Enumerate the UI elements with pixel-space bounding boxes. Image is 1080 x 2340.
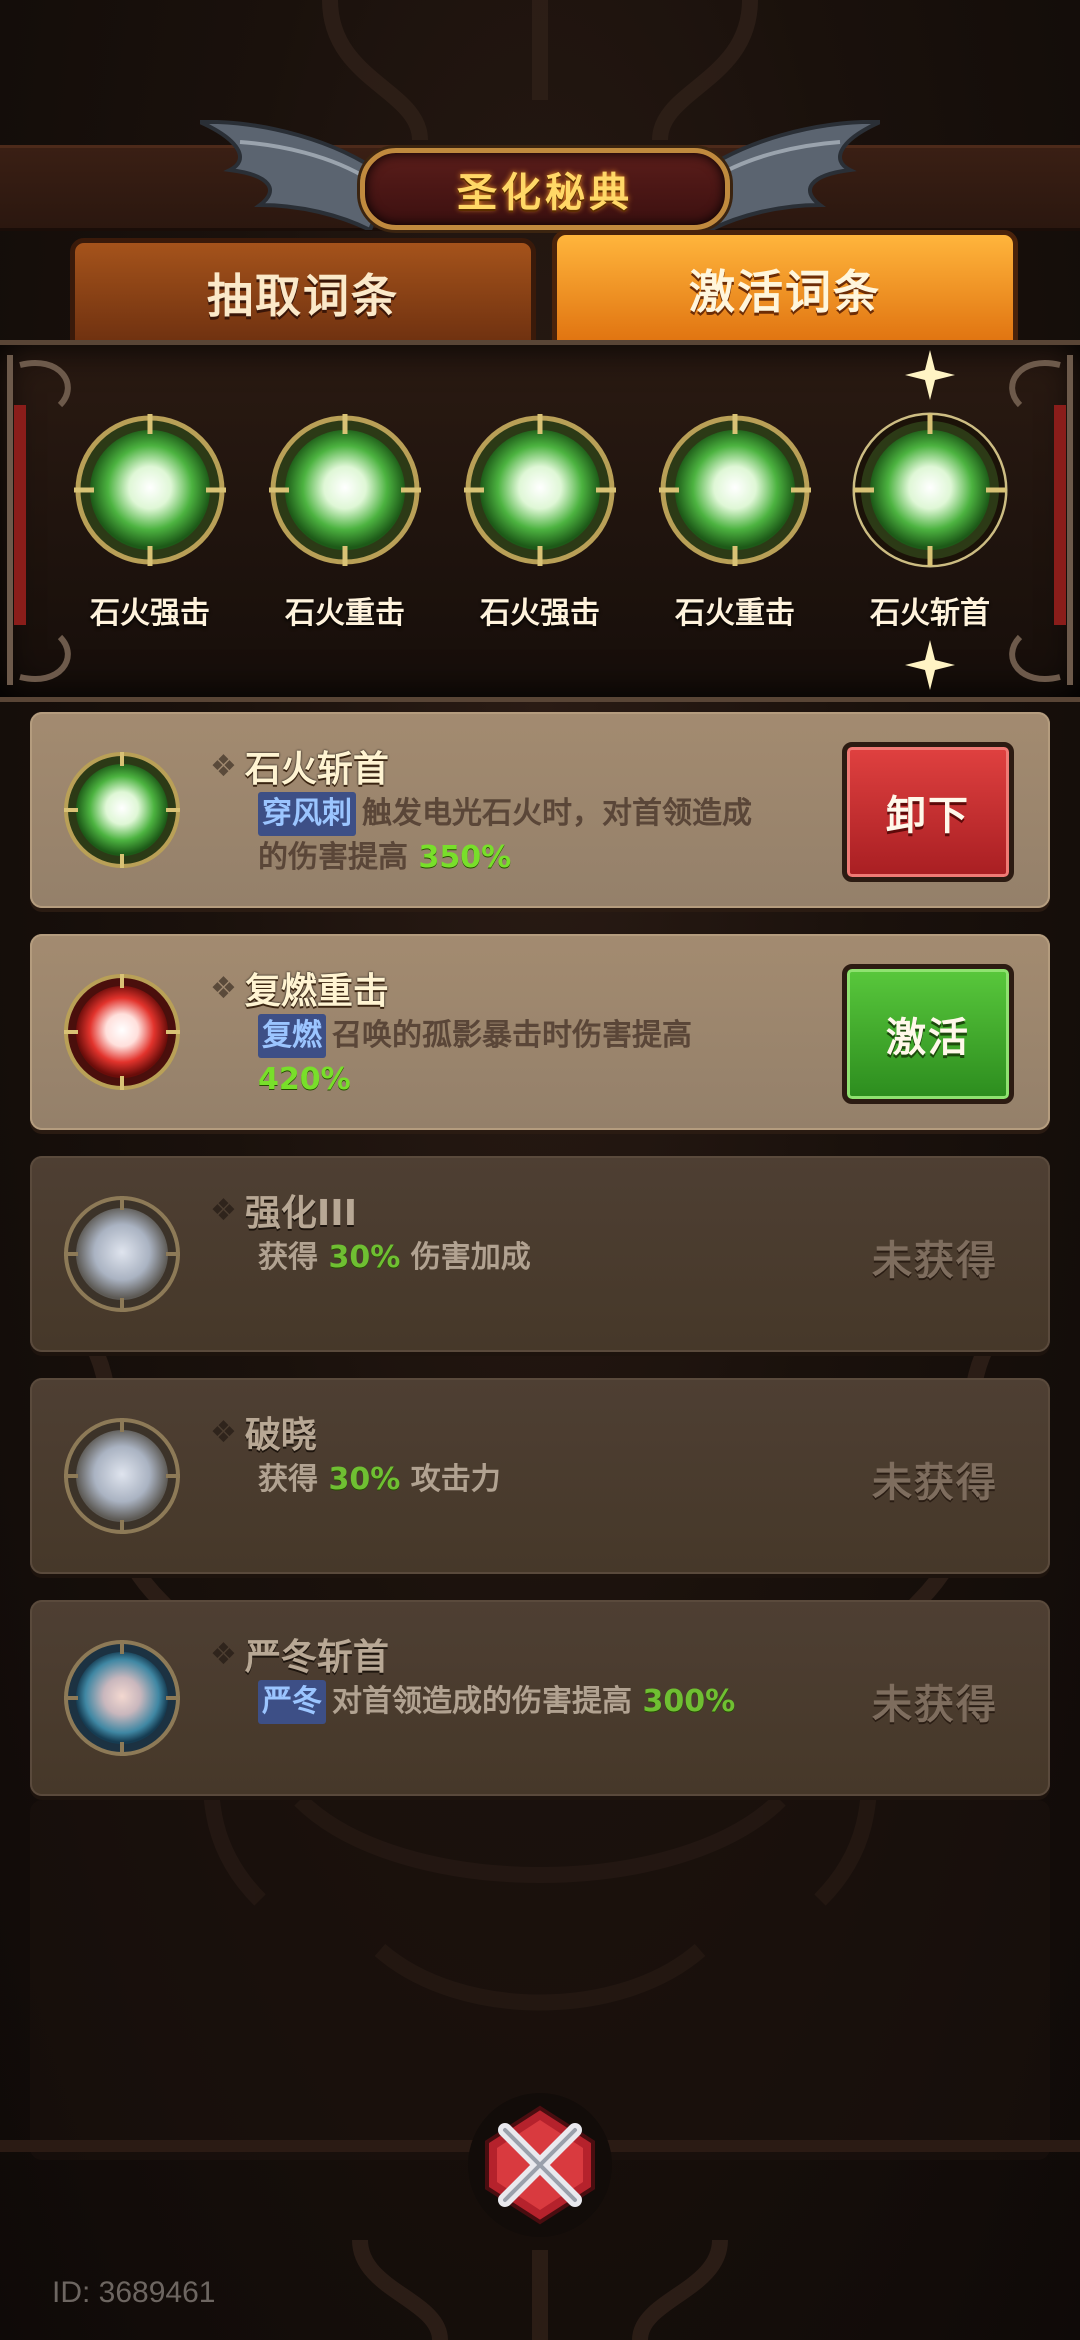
equipped-label-2: 石火重击	[285, 596, 405, 631]
equipped-slot-1[interactable]	[70, 410, 230, 570]
entry-desc-prefix: 获得	[258, 1462, 318, 1497]
tab-draw-label: 抽取词条	[207, 269, 399, 323]
diamond-bullet-icon: ❖	[210, 1414, 237, 1450]
entry-card: ❖ 复燃重击 复燃 召唤的孤影暴击时伤害提高 420% 激活	[30, 934, 1050, 1130]
entry-percent: 30%	[328, 1462, 401, 1497]
player-id: ID: 3689461	[52, 2276, 216, 2309]
entry-description: 穿风刺 触发电光石火时，对首领造成 的伤害提高 350%	[258, 792, 858, 880]
entry-name: 严冬斩首	[244, 1637, 389, 1678]
equipped-label-4: 石火重击	[675, 596, 795, 631]
green-orb-icon	[64, 752, 180, 868]
red-orb-icon	[64, 974, 180, 1090]
diamond-bullet-icon: ❖	[210, 748, 237, 784]
tab-draw[interactable]: 抽取词条	[70, 238, 536, 348]
entry-percent: 30%	[328, 1240, 401, 1275]
entry-name: 破晓	[244, 1415, 317, 1456]
entry-desc-suffix: 攻击力	[410, 1462, 501, 1497]
not-obtained-label: 未获得	[872, 1682, 998, 1728]
entry-percent: 300%	[642, 1684, 736, 1719]
entry-description: 获得 30% 伤害加成	[258, 1236, 858, 1280]
gray-orb-icon	[64, 1418, 180, 1534]
diamond-bullet-icon: ❖	[210, 1636, 237, 1672]
entry-desc-text: 召唤的孤影暴击时伤害提高	[332, 1018, 692, 1053]
close-button[interactable]	[460, 2090, 620, 2240]
entry-card-locked: ❖ 强化III 获得 30% 伤害加成 未获得	[30, 1156, 1050, 1352]
equipped-label-3: 石火强击	[480, 596, 600, 631]
entry-name-row: ❖ 破晓	[210, 1406, 317, 1458]
entry-name: 石火斩首	[244, 749, 389, 790]
entry-desc-suffix: 伤害加成	[410, 1240, 531, 1275]
entry-tag: 穿风刺	[258, 792, 356, 836]
equipped-slot-5-selected[interactable]	[850, 410, 1010, 570]
entry-name: 复燃重击	[244, 971, 389, 1012]
tab-activate[interactable]: 激活词条	[552, 230, 1018, 348]
equipped-label-1: 石火强击	[90, 596, 210, 631]
green-orb-icon	[659, 414, 811, 566]
tab-activate-label: 激活词条	[689, 265, 881, 319]
entry-description: 严冬 对首领造成的伤害提高 300%	[258, 1680, 858, 1724]
diamond-bullet-icon: ❖	[210, 970, 237, 1006]
activate-button[interactable]: 激活	[842, 964, 1014, 1104]
diamond-bullet-icon: ❖	[210, 1192, 237, 1228]
entry-name-row: ❖ 石火斩首	[210, 740, 389, 792]
green-orb-icon	[74, 414, 226, 566]
title-plate: 圣化秘典	[360, 148, 730, 230]
equipped-slot-4[interactable]	[655, 410, 815, 570]
entry-desc-text: 对首领造成的伤害提高	[332, 1684, 632, 1719]
close-icon	[468, 2093, 612, 2237]
selection-sparkle-icon	[905, 350, 955, 400]
green-orb-icon	[464, 414, 616, 566]
entry-name-row: ❖ 复燃重击	[210, 962, 389, 1014]
equipped-slot-3[interactable]	[460, 410, 620, 570]
entry-description: 复燃 召唤的孤影暴击时伤害提高 420%	[258, 1014, 858, 1102]
blue-orb-icon	[64, 1640, 180, 1756]
not-obtained-label: 未获得	[872, 1460, 998, 1506]
entry-tag: 严冬	[258, 1680, 326, 1724]
entry-desc-text: 触发电光石火时，对首领造成	[362, 796, 752, 831]
page-title: 圣化秘典	[457, 170, 633, 216]
not-obtained-label: 未获得	[872, 1238, 998, 1284]
gray-orb-icon	[64, 1196, 180, 1312]
entry-card: ❖ 石火斩首 穿风刺 触发电光石火时，对首领造成 的伤害提高 350% 卸下	[30, 712, 1050, 908]
green-orb-icon	[269, 414, 421, 566]
entry-name-row: ❖ 强化III	[210, 1184, 357, 1236]
entry-description: 获得 30% 攻击力	[258, 1458, 858, 1502]
game-screen: 圣化秘典 抽取词条 激活词条 石火强击 石火重击 石火强击 石火重击 石火斩首 …	[0, 0, 1080, 2340]
entry-name: 强化III	[244, 1193, 358, 1234]
selection-sparkle-icon	[905, 640, 955, 690]
entry-desc-prefix: 获得	[258, 1240, 318, 1275]
equipped-slot-2[interactable]	[265, 410, 425, 570]
entry-desc-text-2: 的伤害提高	[258, 840, 408, 875]
entry-tag: 复燃	[258, 1014, 326, 1058]
entry-percent: 350%	[418, 840, 512, 875]
unequip-button[interactable]: 卸下	[842, 742, 1014, 882]
entry-card-locked: ❖ 严冬斩首 严冬 对首领造成的伤害提高 300% 未获得	[30, 1600, 1050, 1796]
entry-percent: 420%	[258, 1062, 351, 1097]
entry-card-locked: ❖ 破晓 获得 30% 攻击力 未获得	[30, 1378, 1050, 1574]
equipped-label-5: 石火斩首	[870, 596, 990, 631]
green-orb-icon	[852, 412, 1008, 568]
entry-name-row: ❖ 严冬斩首	[210, 1628, 389, 1680]
